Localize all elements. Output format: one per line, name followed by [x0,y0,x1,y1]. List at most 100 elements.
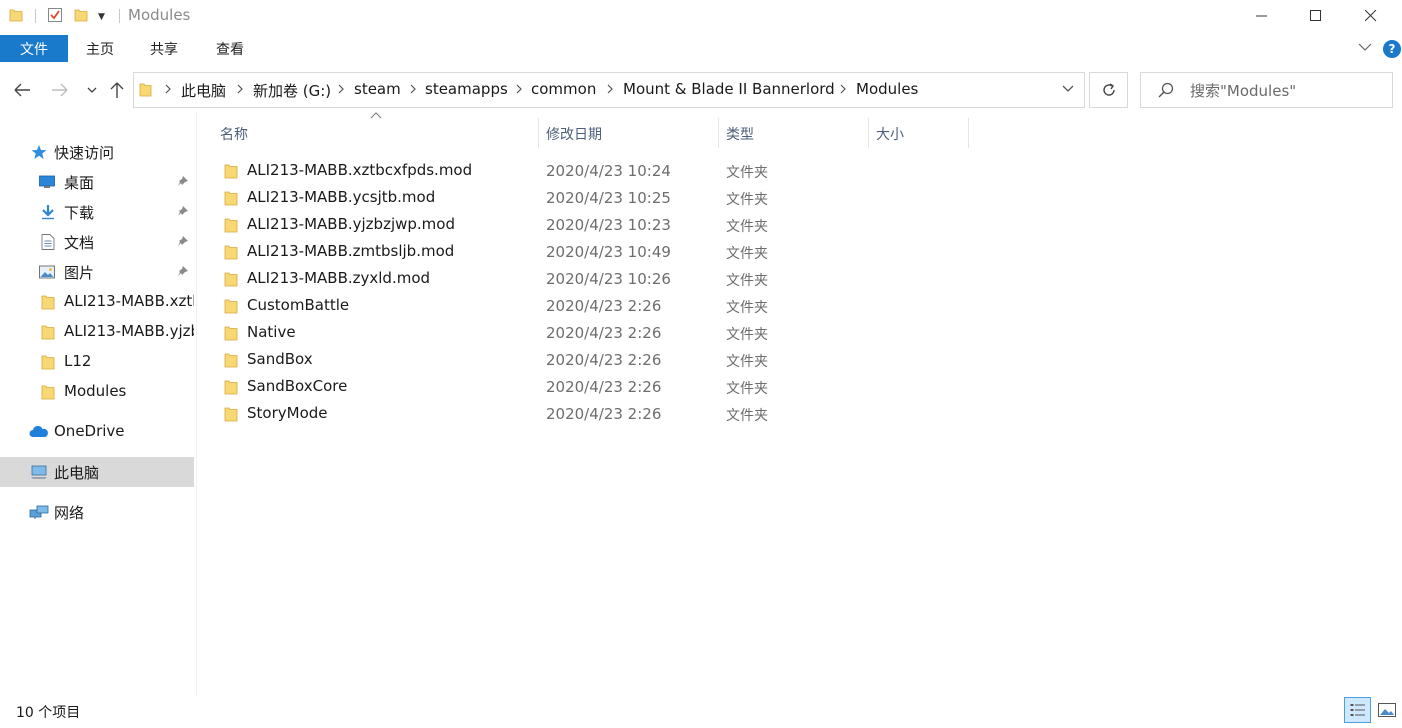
pane-divider[interactable] [196,112,197,696]
chevron-right-icon[interactable] [163,83,173,95]
nav-item-this-pc[interactable]: 此电脑 [0,457,194,487]
nav-label: ALI213-MABB.yjzbzjwp.mod [64,322,194,340]
nav-label: 图片 [64,264,95,282]
nav-item-pictures[interactable]: 图片 [0,257,194,287]
file-modified: 2020/4/23 2:26 [546,351,662,369]
new-folder-icon[interactable] [74,8,88,22]
chevron-right-icon[interactable] [514,83,524,95]
help-button[interactable]: ? [1383,40,1401,58]
file-type: 文件夹 [726,165,768,181]
file-modified: 2020/4/23 10:26 [546,270,671,288]
pin-icon[interactable] [177,205,189,217]
address-history-chevron-icon[interactable] [1061,83,1075,95]
nav-item-folder[interactable]: Modules [0,377,194,407]
tab-home[interactable]: 主页 [86,35,114,62]
nav-item-folder[interactable]: L12 [0,347,194,377]
breadcrumb-drive[interactable]: 新加卷 (G:) [253,80,331,101]
column-header-size[interactable]: 大小 [869,118,969,148]
ribbon [0,34,1402,62]
file-row[interactable]: ALI213-MABB.zmtbsljb.mod 2020/4/23 10:49… [216,239,976,266]
folder-icon [224,380,238,395]
breadcrumb-common[interactable]: common [531,80,596,98]
file-row[interactable]: ALI213-MABB.ycsjtb.mod 2020/4/23 10:25 文… [216,185,976,212]
file-name: SandBox [247,350,313,368]
nav-item-desktop[interactable]: 桌面 [0,167,194,197]
column-header-type[interactable]: 类型 [719,118,869,148]
nav-item-downloads[interactable]: 下载 [0,197,194,227]
column-header-name[interactable]: 名称 [212,118,539,148]
file-row[interactable]: SandBox 2020/4/23 2:26 文件夹 [216,347,976,374]
folder-icon [41,385,55,400]
nav-label: Modules [64,382,127,400]
folder-icon [224,326,238,341]
properties-icon[interactable] [47,7,63,23]
chevron-right-icon[interactable] [838,83,848,95]
file-modified: 2020/4/23 2:26 [546,405,662,423]
nav-label: 桌面 [64,174,95,192]
nav-item-onedrive[interactable]: OneDrive [0,417,194,447]
folder-icon [224,407,238,422]
nav-item-network[interactable]: 网络 [0,497,194,527]
tab-share[interactable]: 共享 [150,35,178,62]
up-arrow-icon[interactable] [108,80,126,100]
file-row[interactable]: StoryMode 2020/4/23 2:26 文件夹 [216,401,976,428]
file-name: StoryMode [247,404,328,422]
large-icons-view-icon [1378,703,1396,717]
breadcrumb-steamapps[interactable]: steamapps [425,80,508,98]
back-arrow-icon[interactable] [12,80,32,100]
chevron-right-icon[interactable] [235,83,245,95]
nav-label: 文档 [64,234,95,252]
minimize-button[interactable] [1239,0,1285,32]
file-row[interactable]: SandBoxCore 2020/4/23 2:26 文件夹 [216,374,976,401]
pin-icon[interactable] [177,265,189,277]
details-view-icon [1350,704,1365,716]
recent-locations-chevron-icon[interactable] [86,84,98,96]
chevron-right-icon[interactable] [605,83,615,95]
breadcrumb-modules[interactable]: Modules [856,80,918,98]
nav-item-folder[interactable]: ALI213-MABB.yjzbzjwp.mod [0,317,194,347]
file-type: 文件夹 [726,273,768,289]
toolbar-separator [35,9,36,23]
file-row[interactable]: CustomBattle 2020/4/23 2:26 文件夹 [216,293,976,320]
tab-file[interactable]: 文件 [0,35,68,62]
tab-view[interactable]: 查看 [216,35,244,62]
close-button[interactable] [1348,0,1394,32]
file-row[interactable]: ALI213-MABB.xztbcxfpds.mod 2020/4/23 10:… [216,158,976,185]
pin-icon[interactable] [177,175,189,187]
breadcrumb-this-pc[interactable]: 此电脑 [181,80,226,101]
details-view-button[interactable] [1344,697,1371,723]
nav-label: 下载 [64,204,95,222]
file-modified: 2020/4/23 10:49 [546,243,671,261]
document-icon [41,234,55,250]
folder-icon [224,164,238,179]
nav-label: L12 [64,352,92,370]
column-header-modified[interactable]: 修改日期 [539,118,719,148]
file-row[interactable]: ALI213-MABB.yjzbzjwp.mod 2020/4/23 10:23… [216,212,976,239]
file-row[interactable]: ALI213-MABB.zyxld.mod 2020/4/23 10:26 文件… [216,266,976,293]
chevron-down-icon[interactable] [1358,42,1372,52]
close-icon [1365,10,1377,22]
large-icons-view-button[interactable] [1375,697,1399,723]
minimize-icon [1256,15,1267,17]
maximize-button[interactable] [1293,0,1339,32]
chevron-right-icon[interactable] [336,83,346,95]
window-title: Modules [128,6,191,24]
pin-icon[interactable] [177,235,189,247]
nav-item-folder[interactable]: ALI213-MABB.xztbcxfpds.mod [0,287,194,317]
refresh-button[interactable] [1089,72,1128,108]
nav-item-quick-access[interactable]: 快速访问 [0,137,194,167]
file-name: ALI213-MABB.zyxld.mod [247,269,431,287]
search-placeholder[interactable]: 搜索"Modules" [1190,80,1296,101]
forward-arrow-icon[interactable] [50,80,70,100]
breadcrumb-steam[interactable]: steam [354,80,401,98]
quick-access-dropdown-icon[interactable]: ▼ [98,12,105,22]
file-name: ALI213-MABB.zmtbsljb.mod [247,242,455,260]
file-row[interactable]: Native 2020/4/23 2:26 文件夹 [216,320,976,347]
file-modified: 2020/4/23 2:26 [546,324,662,342]
file-modified: 2020/4/23 10:23 [546,216,671,234]
nav-label: ALI213-MABB.xztbcxfpds.mod [64,292,194,310]
breadcrumb-bannerlord[interactable]: Mount & Blade II Bannerlord [623,80,835,98]
column-divider[interactable] [968,118,969,148]
nav-item-documents[interactable]: 文档 [0,227,194,257]
chevron-right-icon[interactable] [408,83,418,95]
